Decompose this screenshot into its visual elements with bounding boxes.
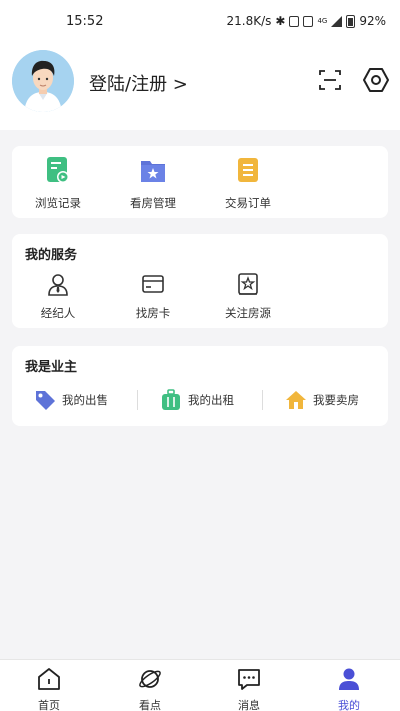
browse-history-icon: [47, 157, 69, 183]
nfc-icon: [303, 15, 314, 27]
trade-orders-label: 交易订单: [225, 196, 271, 210]
owner-title: 我是业主: [25, 360, 78, 375]
4g-icon: 4G: [317, 17, 328, 25]
avatar[interactable]: [12, 50, 74, 112]
agent-button[interactable]: 经纪人: [18, 272, 98, 321]
login-register-link[interactable]: 登陆/注册 >: [89, 70, 188, 96]
luggage-icon: [162, 389, 180, 410]
sell-house-button[interactable]: 我要卖房: [285, 386, 359, 414]
services-title: 我的服务: [25, 248, 78, 263]
trade-orders-button[interactable]: 交易订单: [208, 156, 288, 211]
profile-header: 登陆/注册 >: [0, 44, 400, 130]
owner-card: 我是业主 我的出售 我的出租 我要卖房: [12, 346, 388, 426]
bluetooth-icon: ✱: [275, 14, 286, 28]
profile-icon: [339, 668, 359, 690]
divider: [262, 390, 263, 410]
network-speed: 21.8K/s: [226, 14, 272, 28]
divider: [137, 390, 138, 410]
tab-mine-label: 我的: [338, 699, 360, 711]
viewing-management-button[interactable]: 看房管理: [113, 156, 193, 211]
tab-mine[interactable]: 我的: [319, 666, 379, 711]
house-finding-card-button[interactable]: 找房卡: [113, 272, 193, 321]
bottom-tab-bar: 首页 看点 消息 我的: [0, 659, 400, 711]
settings-icon[interactable]: [362, 66, 390, 94]
avatar-illustration: [12, 50, 74, 112]
tab-home[interactable]: 首页: [19, 666, 79, 711]
tab-messages-label: 消息: [238, 699, 260, 711]
message-icon: [238, 669, 260, 690]
tab-home-label: 首页: [38, 699, 60, 711]
house-finding-card-label: 找房卡: [135, 306, 171, 320]
house-icon: [286, 391, 306, 409]
signal-icon: [331, 15, 343, 27]
my-rentals-button[interactable]: 我的出租: [160, 386, 234, 414]
card-icon: [142, 275, 164, 293]
my-services-card: 我的服务 经纪人 找房卡 关注房源: [12, 234, 388, 328]
agent-label: 经纪人: [40, 306, 76, 320]
sell-house-label: 我要卖房: [313, 393, 359, 407]
status-indicators: 21.8K/s ✱ 4G 92%: [226, 14, 386, 28]
status-bar: 15:52 21.8K/s ✱ 4G 92%: [0, 0, 400, 44]
vibrate-icon: [289, 15, 300, 27]
my-sales-button[interactable]: 我的出售: [34, 386, 108, 414]
tab-messages[interactable]: 消息: [219, 666, 279, 711]
followed-listings-button[interactable]: 关注房源: [208, 272, 288, 321]
browse-history-label: 浏览记录: [35, 196, 81, 210]
tab-highlights-label: 看点: [139, 699, 161, 711]
tab-highlights[interactable]: 看点: [120, 666, 180, 711]
browse-history-button[interactable]: 浏览记录: [18, 156, 98, 211]
my-sales-label: 我的出售: [62, 393, 108, 407]
status-time: 15:52: [66, 14, 104, 29]
follow-house-icon: [238, 273, 258, 295]
battery-level: 92%: [359, 14, 386, 28]
battery-icon: [346, 14, 356, 28]
home-icon: [38, 668, 60, 690]
planet-icon: [139, 670, 161, 688]
scan-icon[interactable]: [318, 68, 342, 92]
tag-icon: [36, 391, 55, 410]
quick-actions-card: 浏览记录 看房管理 交易订单: [12, 146, 388, 218]
agent-icon: [48, 274, 68, 296]
order-list-icon: [238, 158, 258, 182]
viewing-management-label: 看房管理: [130, 196, 176, 210]
my-rentals-label: 我的出租: [188, 393, 234, 407]
folder-star-icon: [141, 161, 165, 182]
followed-listings-label: 关注房源: [225, 306, 271, 320]
